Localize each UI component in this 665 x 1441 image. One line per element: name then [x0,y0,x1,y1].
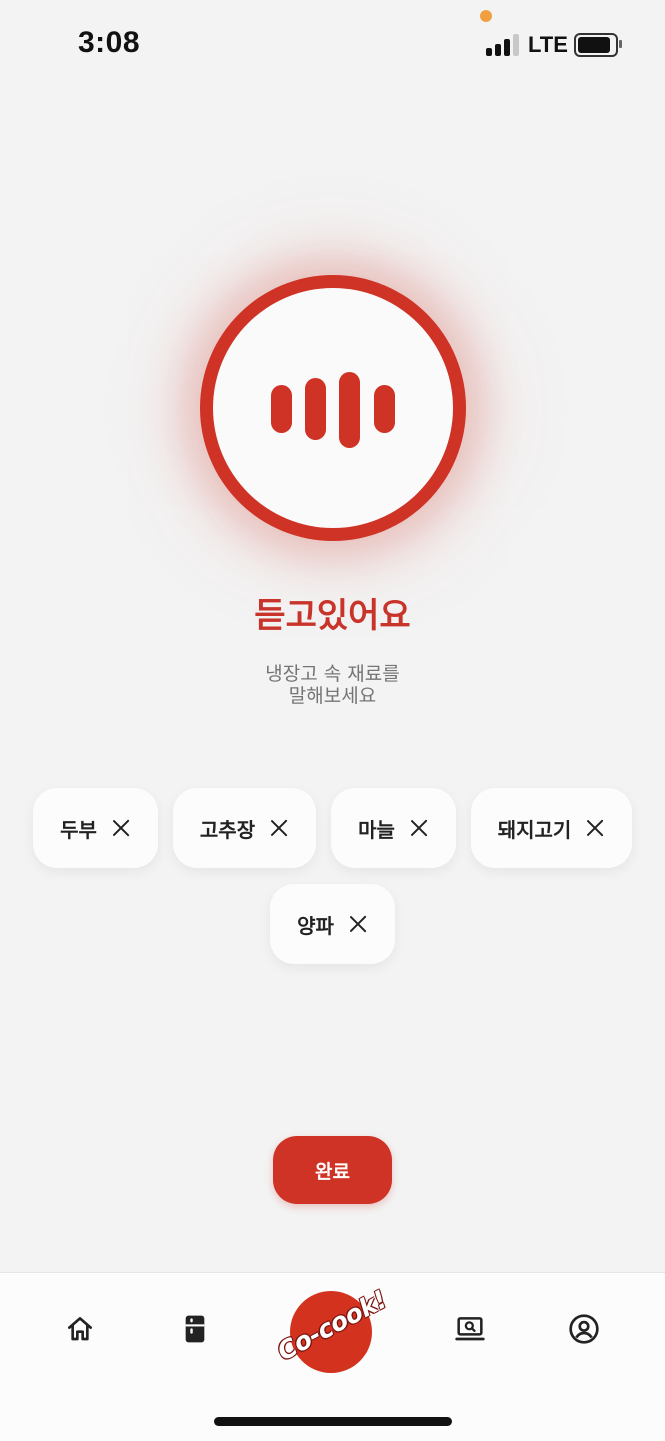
close-icon[interactable] [409,818,429,838]
recipe-search-icon [455,1317,485,1341]
ingredient-chip: 돼지고기 [471,788,632,868]
tab-recipe-search[interactable] [454,1313,486,1345]
close-icon[interactable] [585,818,605,838]
signal-strength-icon [486,32,520,56]
bottom-tab-bar: Co-cook! [0,1272,665,1441]
home-icon [68,1317,92,1341]
ingredient-chip-label: 두부 [60,817,97,842]
profile-icon [569,1314,599,1344]
fridge-icon [185,1315,205,1343]
listening-title: 듣고있어요 [254,596,411,636]
tab-fridge[interactable] [179,1313,211,1345]
done-button[interactable]: 완료 [273,1136,392,1204]
close-icon[interactable] [111,818,131,838]
ingredient-chip-label: 돼지고기 [497,817,572,842]
network-type: LTE [528,32,568,57]
voice-prompt: 냉장고 속 재료를 말해보세요 [0,663,665,707]
ingredient-chip: 두부 [33,788,158,868]
ingredient-chip-label: 고추장 [199,817,256,842]
privacy-indicator-dot [480,10,492,22]
ingredient-chip: 마늘 [331,788,456,868]
voice-prompt-line-2: 말해보세요 [288,685,377,707]
status-bar: 3:08 LTE [0,0,665,90]
home-indicator [214,1417,452,1426]
voice-prompt-line-1: 냉장고 속 재료를 [265,663,400,685]
ingredient-chip: 고추장 [173,788,316,868]
voice-listening-button[interactable] [200,275,466,541]
close-icon[interactable] [348,914,368,934]
close-icon[interactable] [269,818,289,838]
ingredient-chip-label: 양파 [297,913,334,938]
ingredient-chip: 양파 [270,884,395,964]
ingredient-chip-label: 마늘 [358,817,395,842]
tab-profile[interactable] [568,1313,600,1345]
battery-icon [574,33,622,57]
status-time: 3:08 [78,26,141,59]
sound-wave-icon [213,288,453,528]
tab-home[interactable] [64,1313,96,1345]
